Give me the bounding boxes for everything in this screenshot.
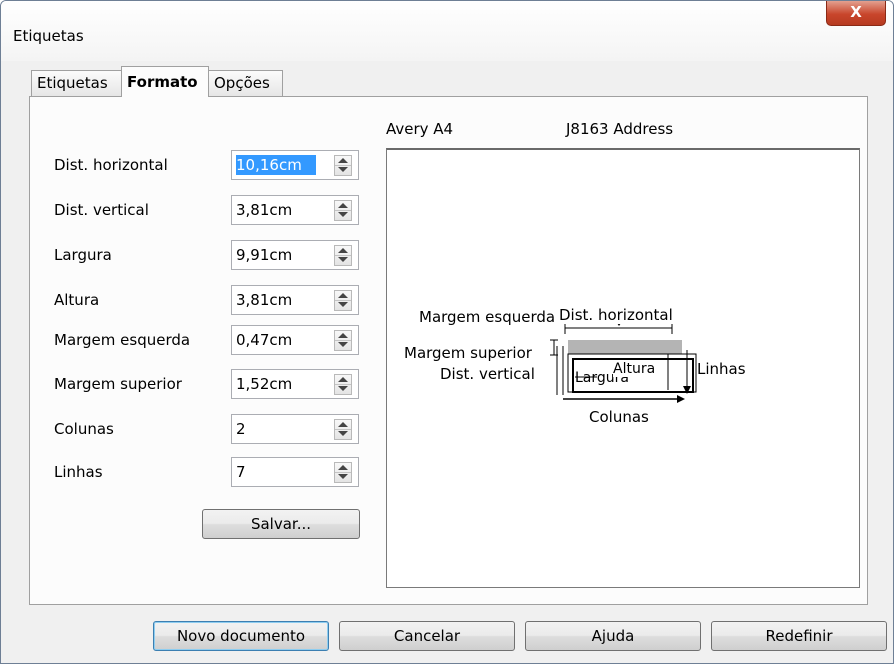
spin-down-icon[interactable]	[338, 302, 348, 307]
colunas-spinner[interactable]	[334, 419, 352, 440]
altura-field[interactable]	[231, 285, 359, 315]
largura-input[interactable]	[236, 245, 328, 265]
reset-button[interactable]: Redefinir	[711, 621, 887, 651]
tab-opcoes[interactable]: Opções	[208, 70, 283, 96]
novo-documento-button[interactable]: Novo documento	[153, 621, 329, 651]
spin-down-icon[interactable]	[338, 212, 348, 217]
linhas-spinner[interactable]	[334, 462, 352, 483]
cancel-label: Cancelar	[393, 627, 461, 645]
spin-down-icon[interactable]	[338, 431, 348, 436]
tab-formato[interactable]: Formato	[121, 66, 209, 97]
dist-horizontal-spinner[interactable]	[334, 155, 352, 176]
preview-brand: Avery A4	[386, 120, 454, 138]
colunas-field[interactable]	[231, 414, 359, 444]
preview-altura: Altura	[613, 361, 656, 377]
margem-esquerda-field[interactable]	[231, 325, 359, 355]
cancel-button[interactable]: Cancelar	[339, 621, 515, 651]
margem-superior-input[interactable]	[236, 374, 328, 394]
label-preview: Margem esquerda Dist. horizontal Margem …	[386, 148, 860, 588]
margem-superior-label: Margem superior	[54, 375, 182, 393]
dist-vertical-spinner[interactable]	[334, 200, 352, 221]
spin-down-icon[interactable]	[338, 386, 348, 391]
dist-horizontal-input[interactable]	[236, 155, 316, 175]
reset-label: Redefinir	[765, 627, 833, 645]
preview-linhas: Linhas	[697, 360, 746, 378]
tab-opcoes-label: Opções	[214, 74, 270, 92]
novo-documento-label: Novo documento	[176, 627, 306, 645]
dist-horizontal-label: Dist. horizontal	[54, 156, 168, 174]
save-button-label: Salvar...	[250, 515, 312, 533]
preview-dist-vertical: Dist. vertical	[440, 365, 535, 383]
margem-esquerda-input[interactable]	[236, 330, 328, 350]
altura-input[interactable]	[236, 290, 328, 310]
spin-down-icon[interactable]	[338, 257, 348, 262]
preview-dist-horizontal: Dist. horizontal	[559, 306, 673, 324]
largura-spinner[interactable]	[334, 245, 352, 266]
help-button[interactable]: Ajuda	[525, 621, 701, 651]
title-bar[interactable]: Etiquetas X	[1, 1, 893, 61]
margem-esquerda-label: Margem esquerda	[54, 331, 191, 349]
spin-down-icon[interactable]	[338, 474, 348, 479]
colunas-arrow-icon	[677, 395, 685, 403]
labels-dialog: Etiquetas X Etiquetas Formato Opções Dis…	[0, 0, 894, 664]
preview-colunas: Colunas	[589, 408, 649, 426]
help-label: Ajuda	[591, 627, 635, 645]
spin-up-icon[interactable]	[338, 248, 348, 253]
linhas-input[interactable]	[236, 462, 328, 482]
margem-superior-spinner[interactable]	[334, 374, 352, 395]
close-button[interactable]: X	[826, 1, 886, 26]
altura-label: Altura	[54, 291, 100, 309]
close-icon: X	[850, 3, 862, 21]
margem-superior-field[interactable]	[231, 369, 359, 399]
spin-up-icon[interactable]	[338, 465, 348, 470]
colunas-input[interactable]	[236, 419, 328, 439]
dist-vertical-input[interactable]	[236, 200, 328, 220]
spin-down-icon[interactable]	[338, 342, 348, 347]
tab-formato-label: Formato	[127, 73, 198, 91]
spin-up-icon[interactable]	[338, 333, 348, 338]
dist-horizontal-field[interactable]	[231, 150, 359, 180]
tab-etiquetas-label: Etiquetas	[37, 74, 108, 92]
save-button[interactable]: Salvar...	[202, 509, 360, 539]
preview-margem-superior: Margem superior	[404, 344, 532, 362]
window-title: Etiquetas	[13, 27, 84, 45]
largura-label: Largura	[54, 246, 112, 264]
colunas-label: Colunas	[54, 420, 114, 438]
preview-product: J8163 Address	[566, 120, 674, 138]
spin-down-icon[interactable]	[338, 167, 348, 172]
dist-vertical-field[interactable]	[231, 195, 359, 225]
largura-field[interactable]	[231, 240, 359, 270]
spin-up-icon[interactable]	[338, 293, 348, 298]
linhas-field[interactable]	[231, 457, 359, 487]
margem-esquerda-spinner[interactable]	[334, 330, 352, 351]
spin-up-icon[interactable]	[338, 377, 348, 382]
spin-up-icon[interactable]	[338, 158, 348, 163]
top-margin-band	[568, 340, 682, 354]
spin-up-icon[interactable]	[338, 422, 348, 427]
spin-up-icon[interactable]	[338, 203, 348, 208]
tab-etiquetas[interactable]: Etiquetas	[31, 70, 123, 96]
altura-spinner[interactable]	[334, 290, 352, 311]
dist-vertical-label: Dist. vertical	[54, 201, 149, 219]
linhas-label: Linhas	[54, 463, 103, 481]
preview-margem-esquerda: Margem esquerda	[419, 308, 556, 326]
